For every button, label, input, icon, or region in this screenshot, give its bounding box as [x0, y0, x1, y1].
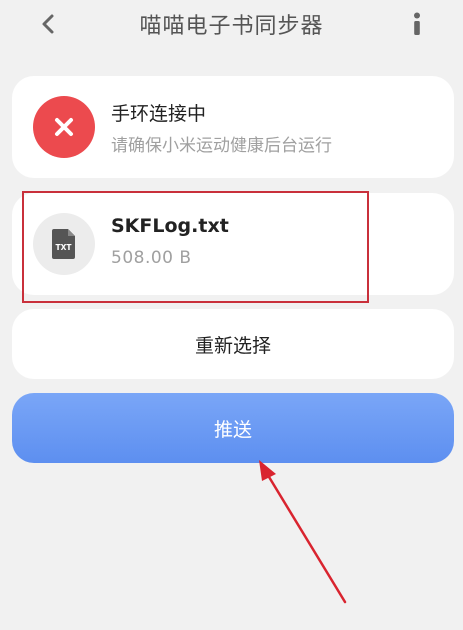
selected-file-card[interactable]: TXT SKFLog.txt 508.00 B	[12, 193, 454, 295]
error-x-icon	[33, 96, 95, 158]
info-icon	[414, 12, 420, 35]
connection-status-card: 手环连接中 请确保小米运动健康后台运行	[12, 76, 454, 178]
svg-text:TXT: TXT	[55, 243, 72, 252]
txt-file-icon: TXT	[33, 213, 95, 275]
file-size: 508.00 B	[111, 248, 192, 268]
push-button-label: 推送	[213, 419, 252, 441]
info-button[interactable]	[404, 10, 430, 38]
file-name: SKFLog.txt	[111, 215, 229, 237]
reselect-button[interactable]: 重新选择	[12, 309, 454, 379]
reselect-button-label: 重新选择	[194, 335, 271, 357]
page-title: 喵喵电子书同步器	[139, 14, 324, 39]
connection-status-hint: 请确保小米运动健康后台运行	[111, 136, 332, 156]
connection-status-title: 手环连接中	[111, 103, 207, 125]
push-button[interactable]: 推送	[12, 393, 454, 463]
top-bar: 喵喵电子书同步器	[0, 0, 463, 62]
